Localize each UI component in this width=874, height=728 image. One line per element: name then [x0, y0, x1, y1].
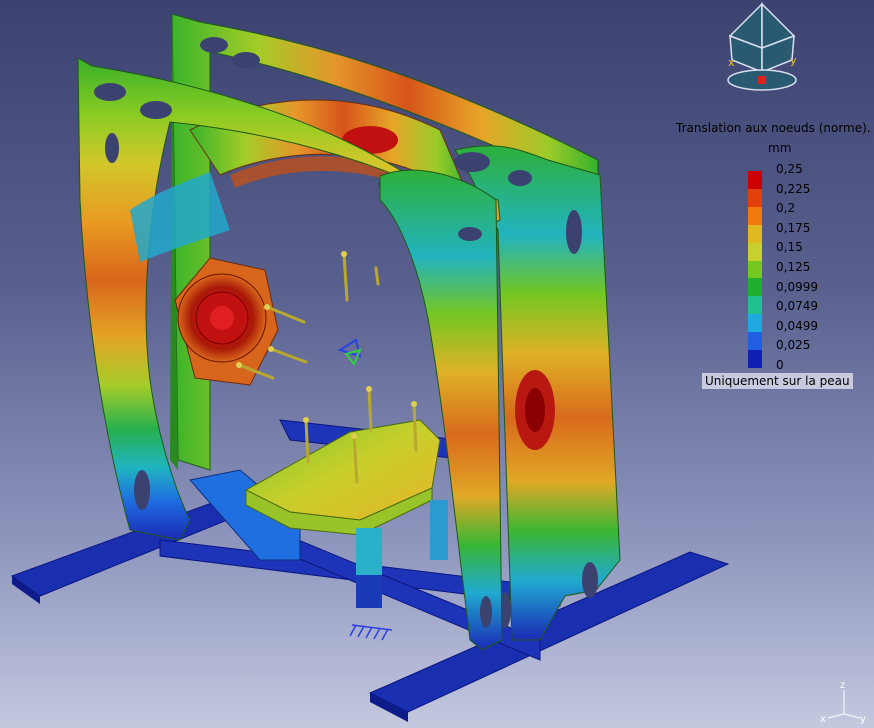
legend-color-block [748, 332, 762, 351]
legend-color-block [748, 224, 762, 244]
legend-note: Uniquement sur la peau [702, 373, 853, 389]
legend-tick-label: 0,0999 [776, 279, 818, 294]
legend-color-block [748, 206, 762, 226]
triad-y-label: y [860, 714, 866, 724]
color-legend[interactable]: Translation aux noeuds (norme). mm 0,25 0… [672, 116, 874, 396]
legend-tick-label: 0,15 [776, 240, 803, 255]
legend-tick-label: 0,0499 [776, 318, 818, 333]
legend-color-block [748, 296, 762, 315]
legend-color-block [748, 171, 762, 190]
compass-icon[interactable]: x y [718, 0, 806, 96]
legend-tick-label: 0,25 [776, 162, 803, 176]
axis-triad-icon: z x y [820, 680, 866, 724]
compass-x-label: x [728, 56, 735, 69]
legend-color-block [748, 188, 762, 208]
legend-color-block [748, 350, 762, 369]
legend-tick-label: 0,225 [776, 181, 811, 196]
legend-tick-label: 0,125 [776, 260, 811, 274]
legend-color-block [748, 314, 762, 333]
legend-color-block [748, 278, 762, 297]
legend-tick-label: 0,175 [776, 220, 811, 235]
compass-y-label: y [790, 54, 797, 67]
legend-tick-label: 0,025 [776, 338, 811, 353]
legend-color-scale [748, 171, 762, 369]
legend-tick-label: 0 [776, 358, 784, 372]
legend-tick-label: 0,2 [776, 201, 796, 216]
center-marker-icon[interactable] [337, 338, 362, 366]
triad-z-label: z [840, 680, 845, 691]
clamp-symbol-icon [349, 624, 393, 641]
legend-color-block [748, 260, 762, 279]
legend-title: Translation aux noeuds (norme). [676, 121, 871, 135]
legend-unit: mm [768, 141, 792, 155]
legend-tick-label: 0,0749 [776, 299, 818, 314]
legend-color-block [748, 242, 762, 262]
triad-x-label: x [820, 714, 826, 724]
